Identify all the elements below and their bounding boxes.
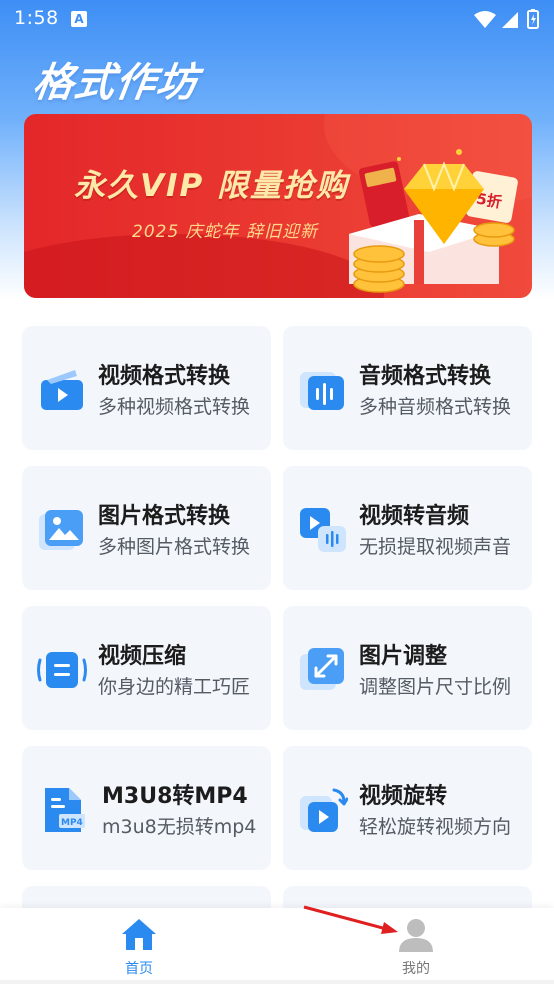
tool-subtitle: 轻松旋转视频方向 — [359, 816, 512, 838]
tool-card-image-adjust[interactable]: 图片调整 调整图片尺寸比例 — [283, 606, 532, 730]
status-bar: 1:58 A — [0, 0, 554, 38]
status-icons — [472, 8, 542, 30]
tool-card-video-convert[interactable]: 视频格式转换 多种视频格式转换 — [22, 326, 271, 450]
wifi-icon — [474, 11, 496, 28]
resize-icon — [300, 648, 344, 690]
tool-subtitle: 多种图片格式转换 — [98, 536, 251, 558]
tool-subtitle: 多种音频格式转换 — [359, 396, 512, 418]
status-time: 1:58 — [14, 7, 59, 29]
tool-subtitle: 无损提取视频声音 — [359, 536, 512, 558]
video-play-icon — [41, 370, 83, 410]
tool-card-video-to-audio[interactable]: 视频转音频 无损提取视频声音 — [283, 466, 532, 590]
audio-wave-icon — [300, 372, 344, 410]
tool-title: 视频压缩 — [98, 644, 187, 669]
image-icon — [39, 510, 83, 550]
tool-subtitle: 你身边的精工巧匠 — [98, 676, 251, 698]
mp4-file-icon: MP4 — [45, 788, 85, 832]
signal-icon — [502, 12, 518, 28]
tool-title: 图片调整 — [359, 644, 448, 669]
tab-mine[interactable]: 我的 — [356, 908, 476, 984]
user-icon — [399, 919, 433, 952]
tab-label: 我的 — [402, 961, 430, 977]
tool-card-m3u8-to-mp4[interactable]: MP4 M3U8转MP4 m3u8无损转mp4 — [22, 746, 271, 870]
tool-subtitle: 多种视频格式转换 — [98, 396, 251, 418]
app-title: 格式作坊 — [30, 60, 201, 106]
tool-title: 视频格式转换 — [98, 364, 231, 389]
tool-subtitle: 调整图片尺寸比例 — [359, 676, 512, 698]
tool-card-image-convert[interactable]: 图片格式转换 多种图片格式转换 — [22, 466, 271, 590]
notification-app-icon: A — [71, 11, 87, 27]
tab-home[interactable]: 首页 — [79, 908, 199, 984]
tab-label: 首页 — [125, 961, 153, 977]
gesture-bar — [0, 980, 554, 984]
svg-text:MP4: MP4 — [61, 818, 83, 828]
rotate-video-icon — [300, 788, 348, 832]
tool-subtitle: m3u8无损转mp4 — [102, 816, 257, 838]
tool-card-audio-convert[interactable]: 音频格式转换 多种音频格式转换 — [283, 326, 532, 450]
battery-icon — [527, 9, 539, 29]
tool-card-video-compress[interactable]: 视频压缩 你身边的精工巧匠 — [22, 606, 271, 730]
tool-title: M3U8转MP4 — [102, 784, 248, 809]
home-icon — [122, 919, 156, 950]
promo-banner[interactable]: 永久VIP 限量抢购 2025 庆蛇年 辞旧迎新 5折 — [24, 114, 532, 298]
banner-title: 永久VIP 限量抢购 — [74, 168, 350, 204]
compress-icon — [37, 652, 87, 688]
banner-subtitle: 2025 庆蛇年 辞旧迎新 — [132, 222, 319, 242]
tool-card-video-rotate[interactable]: 视频旋转 轻松旋转视频方向 — [283, 746, 532, 870]
tool-title: 视频旋转 — [359, 784, 448, 809]
bottom-tab-bar: 首页 我的 — [0, 908, 554, 984]
tool-title: 音频格式转换 — [359, 364, 492, 389]
tool-title: 图片格式转换 — [98, 504, 231, 529]
video-to-audio-icon — [300, 508, 346, 552]
tool-title: 视频转音频 — [359, 504, 470, 529]
diamond-gift-illustration: 5折 — [349, 149, 518, 293]
